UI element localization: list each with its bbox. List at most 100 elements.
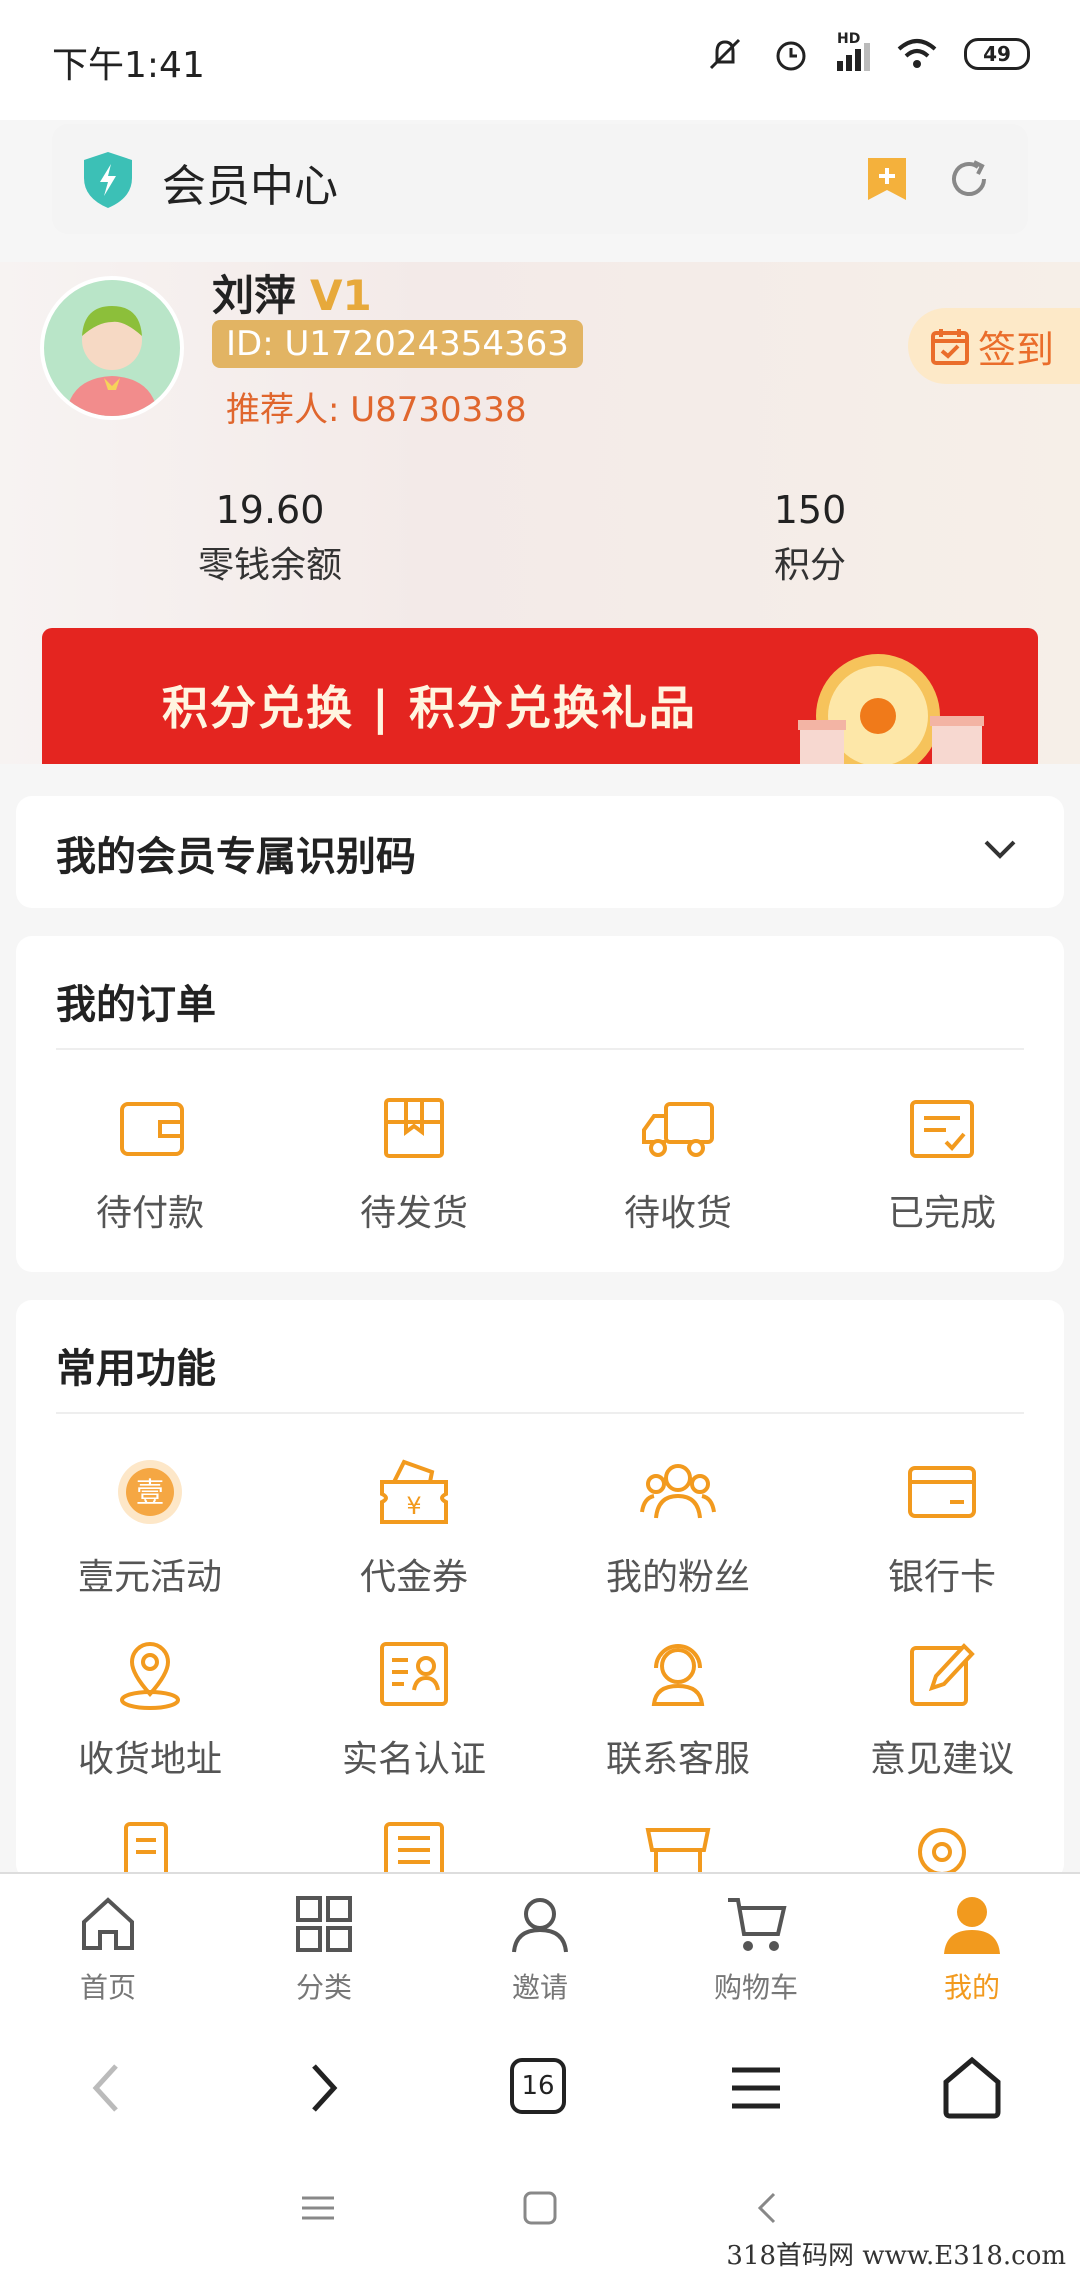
location-icon (120, 1642, 180, 1710)
package-icon (384, 1098, 444, 1158)
referrer-text: 推荐人: U8730338 (226, 390, 527, 430)
user-id-badge: ID: U172024354363 (212, 320, 583, 368)
points-stat[interactable]: 150 积分 (660, 488, 960, 588)
tab-cart[interactable]: 购物车 (648, 1892, 864, 2006)
order-pending-payment[interactable]: 待付款 (30, 1088, 270, 1236)
status-icons: HD 49 (705, 31, 1030, 74)
tab-label: 分类 (295, 1971, 352, 2004)
tab-label: 邀请 (511, 1971, 568, 2004)
chevron-down-icon[interactable] (980, 834, 1020, 864)
orders-divider (56, 1048, 1024, 1050)
features-divider (56, 1412, 1024, 1414)
feature-label: 收货地址 (77, 1739, 222, 1780)
feature-bank-card[interactable]: 银行卡 (822, 1452, 1062, 1600)
menu-icon[interactable] (728, 2060, 784, 2116)
tab-label: 我的 (943, 1971, 1000, 2004)
user-level: V1 (310, 271, 372, 320)
voucher-icon: ¥ (380, 1459, 448, 1524)
features-card: 常用功能 壹 壹元活动 ¥ 代金券 我的粉丝 银行卡 收货地址 实名认证 联系客… (16, 1300, 1064, 1880)
svg-text:壹: 壹 (136, 1476, 164, 1509)
tab-profile[interactable]: 我的 (864, 1892, 1080, 2006)
list-icon[interactable] (374, 1816, 454, 1876)
security-shield-icon (84, 152, 132, 208)
alarm-icon (776, 41, 806, 71)
back-icon[interactable] (86, 2060, 126, 2116)
points-label: 积分 (773, 545, 846, 586)
feature-one-yuan[interactable]: 壹 壹元活动 (30, 1452, 270, 1600)
points-value: 150 (773, 488, 847, 532)
page-title: 会员中心 (162, 161, 338, 212)
forward-icon[interactable] (304, 2060, 344, 2116)
tab-category[interactable]: 分类 (216, 1892, 432, 2006)
bottom-tab-bar: 首页 分类 邀请 购物车 我的 (0, 1872, 1080, 2026)
feature-fans[interactable]: 我的粉丝 (558, 1452, 798, 1600)
home-icon (82, 1897, 134, 1950)
avatar-illustration (66, 306, 158, 416)
feature-customer-service[interactable]: 联系客服 (558, 1634, 798, 1782)
wifi-icon (897, 39, 937, 68)
signal-icon: HD (837, 31, 870, 71)
avatar[interactable] (40, 276, 184, 420)
feature-label: 我的粉丝 (605, 1557, 750, 1598)
id-card-icon (380, 1642, 448, 1706)
feature-address[interactable]: 收货地址 (30, 1634, 270, 1782)
browser-address-bar[interactable]: 会员中心 (52, 124, 1028, 234)
battery-indicator: 49 (964, 38, 1030, 70)
system-home-icon[interactable] (522, 2190, 558, 2226)
order-label: 待收货 (623, 1193, 732, 1234)
wallet-icon (120, 1102, 184, 1156)
checkin-button[interactable]: 签到 (908, 308, 1080, 384)
prize-wheel-icon (798, 654, 984, 764)
orders-title: 我的订单 (56, 982, 216, 1028)
system-back-icon[interactable] (750, 2190, 786, 2226)
feature-label: 代金券 (359, 1557, 468, 1598)
cart-icon (728, 1898, 787, 1951)
mute-icon (709, 38, 741, 70)
refresh-icon[interactable] (944, 154, 994, 204)
browser-home-icon[interactable] (940, 2056, 1004, 2120)
customer-service-icon (651, 1644, 705, 1706)
feature-label: 意见建议 (869, 1739, 1014, 1780)
settings-icon[interactable] (902, 1816, 982, 1876)
browser-toolbar: 16 (0, 2026, 1080, 2150)
document-icon[interactable] (110, 1816, 190, 1876)
order-label: 待付款 (95, 1193, 204, 1234)
feedback-icon (910, 1643, 975, 1706)
feature-real-name[interactable]: 实名认证 (294, 1634, 534, 1782)
feature-feedback[interactable]: 意见建议 (822, 1634, 1062, 1782)
order-pending-shipment[interactable]: 待发货 (294, 1088, 534, 1236)
checkin-label: 签到 (978, 327, 1055, 372)
status-time: 下午1:41 (52, 45, 205, 86)
fans-icon (640, 1464, 716, 1519)
feature-label: 壹元活动 (77, 1557, 222, 1598)
feature-label: 实名认证 (341, 1739, 486, 1780)
balance-stat[interactable]: 19.60 零钱余额 (120, 488, 420, 588)
tab-home[interactable]: 首页 (0, 1892, 216, 2006)
one-yuan-icon: 壹 (118, 1460, 182, 1524)
order-completed[interactable]: 已完成 (822, 1088, 1062, 1236)
truck-icon (642, 1102, 714, 1157)
status-bar: 下午1:41 HD 49 (0, 0, 1080, 120)
member-code-card[interactable]: 我的会员专属识别码 (16, 796, 1064, 908)
balance-label: 零钱余额 (197, 545, 342, 586)
feature-label: 银行卡 (887, 1557, 996, 1598)
tab-label: 首页 (79, 1971, 136, 2004)
tab-invite[interactable]: 邀请 (432, 1892, 648, 2006)
calendar-check-icon (931, 329, 969, 365)
points-exchange-banner[interactable]: 积分兑换 | 积分兑换礼品 (42, 628, 1038, 764)
order-label: 待发货 (359, 1193, 468, 1234)
order-pending-receipt[interactable]: 待收货 (558, 1088, 798, 1236)
banner-text: 积分兑换 | 积分兑换礼品 (162, 681, 697, 735)
feature-voucher[interactable]: ¥ 代金券 (294, 1452, 534, 1600)
completed-icon (910, 1100, 974, 1158)
store-icon[interactable] (638, 1816, 718, 1876)
features-title: 常用功能 (56, 1346, 216, 1392)
watermark: 318首码网 www.E318.com (726, 2241, 1066, 2271)
bookmark-add-icon[interactable] (864, 154, 910, 204)
tab-label: 购物车 (713, 1971, 798, 2004)
tabs-button[interactable]: 16 (510, 2058, 566, 2114)
category-icon (296, 1896, 352, 1952)
recent-apps-icon[interactable] (300, 2190, 336, 2226)
member-code-title: 我的会员专属识别码 (56, 834, 416, 880)
system-nav-bar: 318首码网 www.E318.com (0, 2150, 1080, 2280)
